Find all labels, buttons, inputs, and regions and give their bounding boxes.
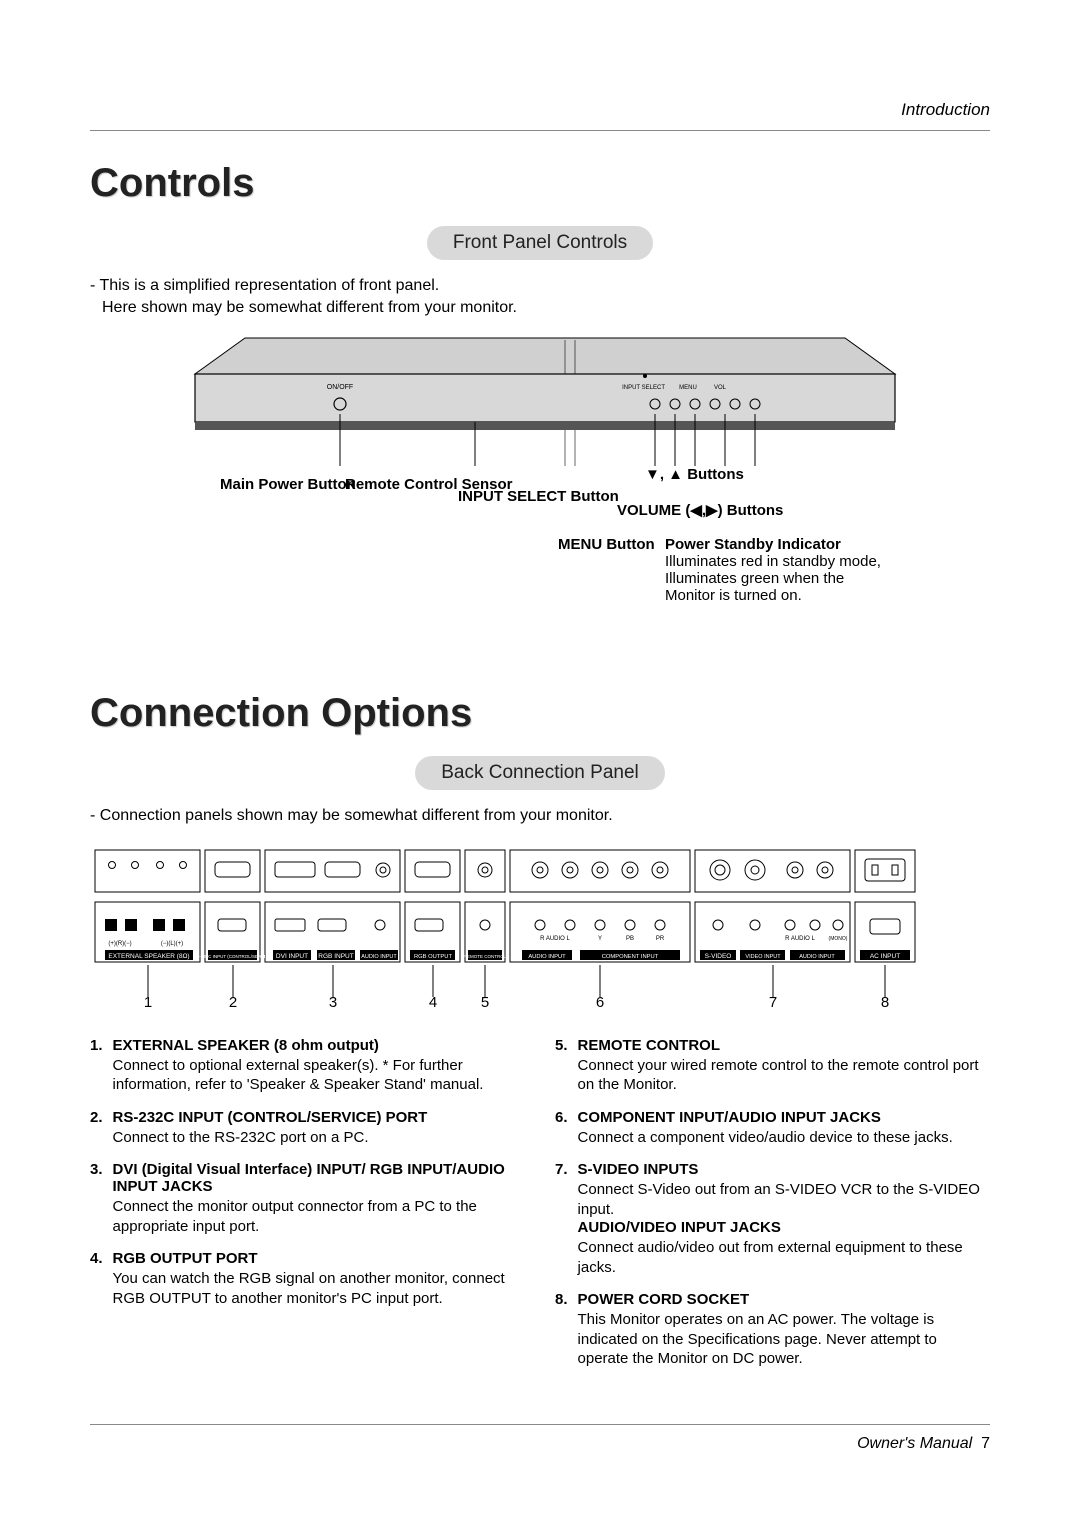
li-4-title: RGB OUTPUT PORT bbox=[113, 1250, 525, 1267]
svg-text:(−)(L)(+): (−)(L)(+) bbox=[161, 941, 183, 947]
panel-rs232: RS-232C INPUT (CONTROL/SERVICE) bbox=[193, 954, 274, 959]
panel-audio-in-2: AUDIO INPUT bbox=[528, 954, 566, 960]
footer-page: 7 bbox=[981, 1435, 990, 1452]
power-standby-desc-1: Illuminates red in standby mode, bbox=[665, 553, 881, 570]
panel-audio-in-1: AUDIO INPUT bbox=[361, 954, 397, 960]
panel-vol-text: VOL bbox=[714, 385, 727, 391]
li-4-desc: You can watch the RGB signal on another … bbox=[113, 1269, 525, 1308]
back-num-4: 4 bbox=[429, 994, 437, 1007]
main-power-label: Main Power Button bbox=[220, 476, 356, 493]
li-8-title: POWER CORD SOCKET bbox=[578, 1291, 990, 1308]
li-6-desc: Connect a component video/audio device t… bbox=[578, 1128, 953, 1148]
panel-y: Y bbox=[598, 936, 602, 942]
li-7-title: S-VIDEO INPUTS bbox=[578, 1161, 990, 1178]
li-7b-desc: Connect audio/video out from external eq… bbox=[578, 1238, 990, 1277]
li-4-num: 4. bbox=[90, 1250, 103, 1308]
li-5-title: REMOTE CONTROL bbox=[578, 1037, 990, 1054]
front-panel-pill: Front Panel Controls bbox=[427, 226, 653, 260]
up-down-label: ▼, ▲ Buttons bbox=[645, 466, 744, 483]
footer: Owner's Manual 7 bbox=[90, 1424, 990, 1453]
panel-rgb-out: RGB OUTPUT bbox=[414, 954, 452, 960]
legend-right: 5. REMOTE CONTROL Connect your wired rem… bbox=[555, 1037, 990, 1369]
back-num-6: 6 bbox=[596, 994, 604, 1007]
connection-heading: Connection Options bbox=[90, 691, 990, 736]
power-standby-desc-2: Illuminates green when the bbox=[665, 570, 844, 587]
li-7-desc: Connect S-Video out from an S-VIDEO VCR … bbox=[578, 1180, 990, 1219]
back-num-5: 5 bbox=[481, 994, 489, 1007]
volume-label: VOLUME (◀,▶) Buttons bbox=[617, 502, 783, 519]
legend-left: 1. EXTERNAL SPEAKER (8 ohm output) Conne… bbox=[90, 1037, 525, 1369]
panel-svideo: S-VIDEO bbox=[705, 953, 732, 960]
panel-ac: AC INPUT bbox=[870, 953, 900, 960]
panel-component: COMPONENT INPUT bbox=[602, 954, 659, 960]
svg-text:(+)(R)(−): (+)(R)(−) bbox=[108, 941, 131, 947]
front-panel-labels: Main Power Button Remote Control Sensor … bbox=[90, 476, 990, 666]
back-num-1: 1 bbox=[144, 994, 152, 1007]
li-3-desc: Connect the monitor output connector fro… bbox=[113, 1197, 525, 1236]
li-7-num: 7. bbox=[555, 1161, 568, 1219]
input-select-label: INPUT SELECT Button bbox=[458, 488, 619, 505]
panel-r-audio-l: R AUDIO L bbox=[540, 936, 570, 942]
li-3-title: DVI (Digital Visual Interface) INPUT/ RG… bbox=[113, 1161, 525, 1195]
power-standby-desc-3: Monitor is turned on. bbox=[665, 587, 802, 604]
header-section: Introduction bbox=[90, 100, 990, 131]
li-6-title: COMPONENT INPUT/AUDIO INPUT JACKS bbox=[578, 1109, 953, 1126]
intro-line-2: Here shown may be somewhat different fro… bbox=[90, 297, 990, 319]
back-panel-diagram: (+)(R)(−) (−)(L)(+) R AUDIO L Y PB PR R … bbox=[90, 847, 990, 1007]
back-num-7: 7 bbox=[769, 994, 777, 1007]
legend-columns: 1. EXTERNAL SPEAKER (8 ohm output) Conne… bbox=[90, 1037, 990, 1369]
panel-video-in: VIDEO INPUT bbox=[745, 954, 781, 960]
controls-heading: Controls bbox=[90, 161, 990, 206]
li-2-title: RS-232C INPUT (CONTROL/SERVICE) PORT bbox=[113, 1109, 428, 1126]
panel-menu-text: MENU bbox=[679, 385, 697, 391]
li-7b-title: AUDIO/VIDEO INPUT JACKS bbox=[578, 1219, 990, 1236]
li-5-desc: Connect your wired remote control to the… bbox=[578, 1056, 990, 1095]
li-3-num: 3. bbox=[90, 1161, 103, 1236]
menu-button-label: MENU Button bbox=[558, 536, 655, 553]
li-1-desc: Connect to optional external speaker(s).… bbox=[113, 1056, 525, 1095]
panel-pr: PR bbox=[656, 936, 665, 942]
panel-on-off-text: ON/OFF bbox=[327, 384, 353, 391]
power-standby-title: Power Standby Indicator bbox=[665, 536, 841, 553]
li-1-num: 1. bbox=[90, 1037, 103, 1095]
panel-ext-spk: EXTERNAL SPEAKER (8Ω) bbox=[108, 953, 189, 960]
back-panel-pill: Back Connection Panel bbox=[415, 756, 665, 790]
panel-r-audio-l-2: R AUDIO L bbox=[785, 936, 815, 942]
panel-audio-in-3: AUDIO INPUT bbox=[799, 954, 835, 960]
li-5-num: 5. bbox=[555, 1037, 568, 1095]
li-1-title: EXTERNAL SPEAKER (8 ohm output) bbox=[113, 1037, 525, 1054]
li-2-num: 2. bbox=[90, 1109, 103, 1148]
panel-rgb-in: RGB INPUT bbox=[318, 953, 353, 960]
li-6-num: 6. bbox=[555, 1109, 568, 1148]
li-8-num: 8. bbox=[555, 1291, 568, 1369]
back-num-8: 8 bbox=[881, 994, 889, 1007]
back-num-2: 2 bbox=[229, 994, 237, 1007]
back-intro: - Connection panels shown may be somewha… bbox=[90, 805, 990, 827]
li-2-desc: Connect to the RS-232C port on a PC. bbox=[113, 1128, 428, 1148]
panel-mono: (MONO) bbox=[829, 936, 848, 942]
front-panel-diagram: ON/OFF INPUT SELECT MENU VOL bbox=[90, 336, 990, 466]
intro-line-1: - This is a simplified representation of… bbox=[90, 275, 990, 297]
panel-remote: REMOTE CONTROL bbox=[464, 954, 507, 959]
li-8-desc: This Monitor operates on an AC power. Th… bbox=[578, 1310, 990, 1369]
panel-pb: PB bbox=[626, 936, 634, 942]
panel-input-select-text: INPUT SELECT bbox=[622, 385, 665, 391]
footer-text: Owner's Manual bbox=[857, 1435, 972, 1452]
back-num-3: 3 bbox=[329, 994, 337, 1007]
front-intro: - This is a simplified representation of… bbox=[90, 275, 990, 318]
panel-dvi: DVI INPUT bbox=[276, 953, 308, 960]
